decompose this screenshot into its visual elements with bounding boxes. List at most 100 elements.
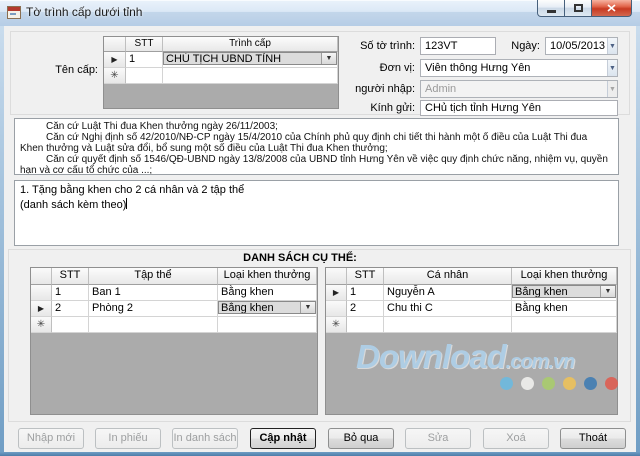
don-vi-combo[interactable]: Viễn thông Hưng Yên ▼	[420, 59, 618, 77]
table-row: ▶ 2 Phòng 2 Bằng khen ▼	[31, 301, 317, 317]
cell-empty[interactable]	[89, 317, 218, 333]
cell-loai[interactable]: Bằng khen	[512, 301, 617, 317]
current-row-icon: ▶	[111, 55, 117, 64]
chevron-down-icon[interactable]: ▼	[300, 302, 315, 313]
ten-cap-label: Tên cấp:	[38, 64, 98, 76]
chevron-down-icon[interactable]: ▼	[607, 60, 617, 76]
trinh-cap-grid: STT Trình cấp ▶ 1 CHỦ TỊCH UBND TỈNH ▼ ✳	[103, 36, 339, 109]
loai-combo-value: Bằng khen	[513, 286, 600, 297]
in-phieu-button[interactable]: In phiếu	[95, 428, 161, 449]
trinh-cap-combo[interactable]: CHỦ TỊCH UBND TỈNH ▼	[163, 52, 337, 65]
nhap-moi-button[interactable]: Nhập mới	[18, 428, 84, 449]
cell-trinh-cap[interactable]: CHỦ TỊCH UBND TỈNH ▼	[163, 52, 338, 68]
noi-dung-textarea[interactable]: 1. Tặng bằng khen cho 2 cá nhân và 2 tập…	[14, 180, 619, 246]
new-row-icon: ✳	[110, 70, 118, 81]
cell-tap-the[interactable]: Ban 1	[89, 285, 218, 301]
minimize-button[interactable]	[537, 0, 565, 17]
window-border-right	[636, 0, 640, 456]
cell-ca-nhan[interactable]: Nguyễn A	[384, 285, 512, 301]
cell-loai[interactable]: Bằng khen ▼	[512, 285, 617, 301]
grid-corner-cell[interactable]	[104, 37, 126, 52]
can-cu-line: Căn cứ Nghị định số 42/2010/NĐ-CP ngày 1…	[20, 132, 613, 154]
watermark-text: Download	[356, 338, 506, 375]
maximize-button[interactable]	[565, 0, 592, 17]
in-danh-sach-button[interactable]: In danh sách	[172, 428, 238, 449]
grid-corner-cell[interactable]	[31, 268, 52, 285]
cell-empty[interactable]	[218, 317, 317, 333]
titlebar[interactable]: Tờ trình cấp dưới tỉnh	[0, 0, 640, 26]
cell-ca-nhan[interactable]: Chu thi C	[384, 301, 512, 317]
table-row-new: ✳	[31, 317, 317, 333]
cell-tap-the[interactable]: Phòng 2	[89, 301, 218, 317]
cell-stt[interactable]: 1	[126, 52, 163, 68]
app-icon	[7, 6, 21, 19]
watermark-suffix: .com.vn	[506, 351, 575, 373]
can-cu-textarea[interactable]: Căn cứ Luật Thi đua Khen thưởng ngày 26/…	[14, 118, 619, 175]
table-row-new: ✳	[326, 317, 617, 333]
nguoi-nhap-value: Admin	[421, 83, 607, 95]
so-to-trinh-input[interactable]: 123VT	[420, 37, 496, 55]
table-row-new: ✳	[104, 68, 338, 84]
ngay-datepicker[interactable]: 10/05/2013 ▼	[545, 37, 618, 55]
row-selector[interactable]: ✳	[31, 317, 52, 333]
column-header-stt[interactable]: STT	[126, 37, 163, 52]
nguoi-nhap-combo: Admin ▼	[420, 80, 618, 98]
trinh-cap-combo-value: CHỦ TỊCH UBND TỈNH	[164, 53, 321, 64]
row-selector[interactable]	[31, 285, 52, 301]
cell-loai[interactable]: Bằng khen ▼	[218, 301, 317, 317]
cell-stt[interactable]: 1	[347, 285, 384, 301]
column-header-trinh-cap[interactable]: Trình cấp	[163, 37, 338, 52]
cell-stt[interactable]: 2	[347, 301, 384, 317]
close-button[interactable]	[592, 0, 632, 17]
bo-qua-button[interactable]: Bỏ qua	[328, 428, 394, 449]
cell-empty[interactable]	[347, 317, 384, 333]
cell-empty[interactable]	[52, 317, 89, 333]
row-selector[interactable]: ▶	[104, 52, 126, 68]
watermark-dot	[542, 377, 555, 390]
watermark-dot	[584, 377, 597, 390]
column-header-tap-the[interactable]: Tập thể	[89, 268, 218, 285]
close-icon	[607, 4, 616, 12]
xoa-button[interactable]: Xoá	[483, 428, 549, 449]
loai-khen-thuong-combo[interactable]: Bằng khen ▼	[512, 285, 616, 298]
column-header-ca-nhan[interactable]: Cá nhân	[384, 268, 512, 285]
sua-button[interactable]: Sửa	[405, 428, 471, 449]
window-border-bottom	[0, 452, 640, 456]
column-header-stt[interactable]: STT	[52, 268, 89, 285]
chevron-down-icon[interactable]: ▼	[607, 38, 617, 54]
cap-nhat-button[interactable]: Cập nhật	[250, 428, 316, 449]
loai-combo-value: Bằng khen	[219, 302, 300, 313]
loai-khen-thuong-combo[interactable]: Bằng khen ▼	[218, 301, 316, 314]
table-row: 1 Ban 1 Bằng khen	[31, 285, 317, 301]
window-title: Tờ trình cấp dưới tỉnh	[26, 5, 142, 19]
cell-trinh-cap-empty[interactable]	[163, 68, 338, 84]
cell-stt[interactable]: 2	[52, 301, 89, 317]
cell-loai[interactable]: Bằng khen	[218, 285, 317, 301]
noi-dung-line1: 1. Tặng bằng khen cho 2 cá nhân và 2 tập…	[20, 183, 613, 198]
app-window: Tờ trình cấp dưới tỉnh Tên cấp: STT Trìn…	[0, 0, 640, 456]
current-row-icon: ▶	[333, 288, 339, 297]
row-selector[interactable]: ▶	[31, 301, 52, 317]
kinh-gui-input[interactable]: CHủ tịch tỉnh Hưng Yên	[420, 100, 618, 116]
new-row-icon: ✳	[37, 319, 45, 330]
column-header-loai[interactable]: Loại khen thưởng	[218, 268, 317, 285]
column-header-loai[interactable]: Loại khen thưởng	[512, 268, 617, 285]
row-selector[interactable]	[326, 301, 347, 317]
cell-stt-empty[interactable]	[126, 68, 163, 84]
ngay-label: Ngày:	[498, 40, 540, 52]
so-to-trinh-label: Số tờ trình:	[330, 40, 415, 52]
column-header-stt[interactable]: STT	[347, 268, 384, 285]
cell-empty[interactable]	[384, 317, 512, 333]
cell-stt[interactable]: 1	[52, 285, 89, 301]
row-selector[interactable]: ✳	[326, 317, 347, 333]
can-cu-line: Căn cứ quyết định số 1546/QĐ-UBND ngày 1…	[20, 154, 613, 175]
cell-empty[interactable]	[512, 317, 617, 333]
grid-corner-cell[interactable]	[326, 268, 347, 285]
row-selector[interactable]: ✳	[104, 68, 126, 84]
table-row: ▶ 1 CHỦ TỊCH UBND TỈNH ▼	[104, 52, 338, 68]
new-row-icon: ✳	[332, 319, 340, 330]
thoat-button[interactable]: Thoát	[560, 428, 626, 449]
row-selector[interactable]: ▶	[326, 285, 347, 301]
table-row: ▶ 1 Nguyễn A Bằng khen ▼	[326, 285, 617, 301]
chevron-down-icon[interactable]: ▼	[600, 286, 615, 297]
